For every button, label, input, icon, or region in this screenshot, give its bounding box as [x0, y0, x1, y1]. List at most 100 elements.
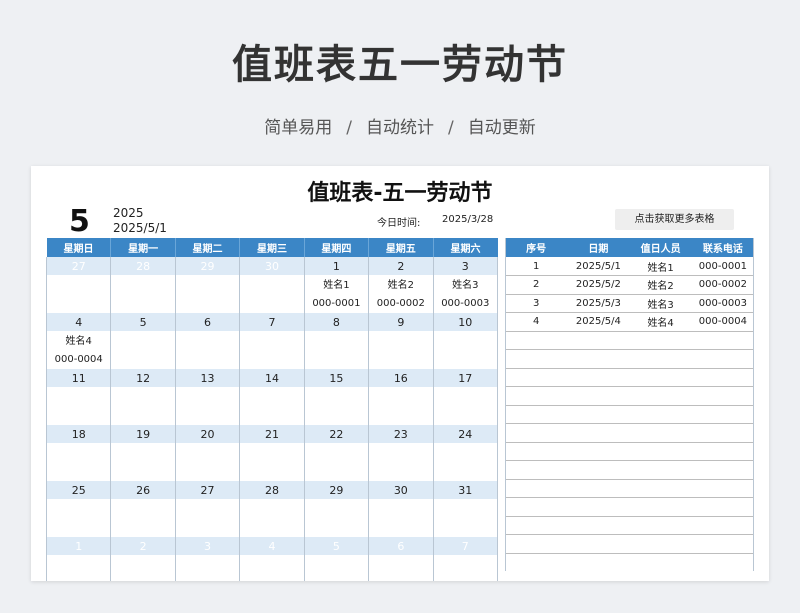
calendar-duty-cell[interactable]: 姓名4 000-0004: [45, 331, 112, 369]
duty-list-cell[interactable]: [629, 423, 692, 443]
calendar-day-number[interactable]: 22: [303, 425, 370, 443]
calendar-duty-cell[interactable]: [303, 331, 370, 369]
calendar-duty-cell[interactable]: [110, 443, 176, 481]
calendar-duty-cell[interactable]: [110, 387, 176, 425]
duty-list-cell[interactable]: [567, 442, 630, 461]
calendar-day-number[interactable]: 9: [368, 313, 434, 331]
duty-list-cell[interactable]: 4: [505, 312, 568, 332]
calendar-day-number[interactable]: 25: [45, 481, 112, 499]
calendar-duty-cell[interactable]: [110, 555, 176, 581]
calendar-duty-cell[interactable]: [239, 443, 305, 481]
duty-list-cell[interactable]: [567, 331, 630, 350]
calendar-day-number[interactable]: 5: [110, 313, 176, 331]
duty-list-cell[interactable]: 000-0004: [691, 312, 754, 332]
calendar-day-number[interactable]: 26: [110, 481, 176, 499]
calendar-day-number[interactable]: 8: [303, 313, 370, 331]
duty-list-cell[interactable]: 3: [505, 294, 568, 313]
duty-list-cell[interactable]: 姓名4: [629, 312, 692, 332]
calendar-duty-cell[interactable]: [432, 331, 499, 369]
calendar-duty-cell[interactable]: [368, 443, 434, 481]
duty-list-cell[interactable]: [567, 479, 630, 498]
duty-list-cell[interactable]: [567, 497, 630, 517]
duty-list-cell[interactable]: [629, 368, 692, 387]
calendar-day-number[interactable]: 1: [303, 257, 370, 275]
calendar-day-number[interactable]: 18: [45, 425, 112, 443]
calendar-day-number[interactable]: 23: [368, 425, 434, 443]
calendar-duty-cell[interactable]: [239, 499, 305, 537]
calendar-day-number[interactable]: 28: [110, 257, 176, 275]
calendar-duty-cell[interactable]: [45, 443, 112, 481]
duty-list-cell[interactable]: 2025/5/2: [567, 275, 630, 295]
duty-list-cell[interactable]: [567, 386, 630, 406]
calendar-duty-cell[interactable]: [174, 331, 241, 369]
more-templates-button[interactable]: 点击获取更多表格: [615, 209, 734, 230]
calendar-day-number[interactable]: 30: [239, 257, 305, 275]
duty-list-cell[interactable]: 姓名3: [629, 294, 692, 313]
calendar-day-number[interactable]: 15: [303, 369, 370, 387]
calendar-day-number[interactable]: 6: [174, 313, 241, 331]
duty-list-cell[interactable]: [629, 534, 692, 554]
calendar-day-number[interactable]: 2: [110, 537, 176, 555]
calendar-duty-cell[interactable]: [45, 555, 112, 581]
calendar-duty-cell[interactable]: [239, 555, 305, 581]
calendar-duty-cell[interactable]: [432, 443, 499, 481]
duty-list-cell[interactable]: [691, 442, 754, 461]
calendar-day-number[interactable]: 7: [239, 313, 305, 331]
duty-list-cell[interactable]: [567, 405, 630, 424]
calendar-duty-cell[interactable]: [174, 499, 241, 537]
calendar-day-number[interactable]: 20: [174, 425, 241, 443]
calendar-day-number[interactable]: 7: [432, 537, 499, 555]
calendar-duty-cell[interactable]: [303, 387, 370, 425]
duty-list-cell[interactable]: [505, 497, 568, 517]
calendar-duty-cell[interactable]: [432, 499, 499, 537]
duty-list-cell[interactable]: [629, 386, 692, 406]
calendar-duty-cell[interactable]: 姓名3 000-0003: [432, 275, 499, 313]
duty-list-cell[interactable]: [505, 368, 568, 387]
calendar-duty-cell[interactable]: [45, 275, 112, 313]
duty-list-cell[interactable]: [505, 423, 568, 443]
duty-list-cell[interactable]: 2025/5/3: [567, 294, 630, 313]
duty-list-cell[interactable]: [691, 479, 754, 498]
duty-list-cell[interactable]: [505, 479, 568, 498]
calendar-duty-cell[interactable]: [110, 275, 176, 313]
duty-list-cell[interactable]: 姓名1: [629, 257, 692, 276]
calendar-day-number[interactable]: 1: [45, 537, 112, 555]
calendar-duty-cell[interactable]: [303, 443, 370, 481]
duty-list-cell[interactable]: [691, 349, 754, 369]
duty-list-cell[interactable]: [567, 349, 630, 369]
calendar-duty-cell[interactable]: [110, 331, 176, 369]
duty-list-cell[interactable]: [691, 423, 754, 443]
calendar-duty-cell[interactable]: [368, 499, 434, 537]
calendar-duty-cell[interactable]: [239, 275, 305, 313]
duty-list-cell[interactable]: [629, 479, 692, 498]
duty-list-cell[interactable]: [691, 460, 754, 480]
calendar-day-number[interactable]: 21: [239, 425, 305, 443]
duty-list-cell[interactable]: [567, 368, 630, 387]
calendar-duty-cell[interactable]: [368, 387, 434, 425]
duty-list-cell[interactable]: [629, 349, 692, 369]
calendar-duty-cell[interactable]: [368, 555, 434, 581]
calendar-day-number[interactable]: 29: [303, 481, 370, 499]
calendar-day-number[interactable]: 2: [368, 257, 434, 275]
calendar-duty-cell[interactable]: [110, 499, 176, 537]
duty-list-cell[interactable]: [505, 331, 568, 350]
calendar-day-number[interactable]: 3: [174, 537, 241, 555]
duty-list-cell[interactable]: 2025/5/4: [567, 312, 630, 332]
duty-list-cell[interactable]: 2025/5/1: [567, 257, 630, 276]
duty-list-cell[interactable]: 2: [505, 275, 568, 295]
calendar-day-number[interactable]: 24: [432, 425, 499, 443]
duty-list-cell[interactable]: [505, 405, 568, 424]
duty-list-cell[interactable]: [691, 368, 754, 387]
duty-list-cell[interactable]: [691, 386, 754, 406]
calendar-day-number[interactable]: 4: [239, 537, 305, 555]
duty-list-cell[interactable]: [505, 460, 568, 480]
duty-list-cell[interactable]: [567, 516, 630, 535]
calendar-duty-cell[interactable]: [45, 499, 112, 537]
duty-list-cell[interactable]: [505, 442, 568, 461]
calendar-duty-cell[interactable]: [174, 275, 241, 313]
calendar-day-number[interactable]: 10: [432, 313, 499, 331]
duty-list-cell[interactable]: 000-0002: [691, 275, 754, 295]
duty-list-cell[interactable]: [691, 534, 754, 554]
calendar-duty-cell[interactable]: [432, 387, 499, 425]
calendar-day-number[interactable]: 31: [432, 481, 499, 499]
